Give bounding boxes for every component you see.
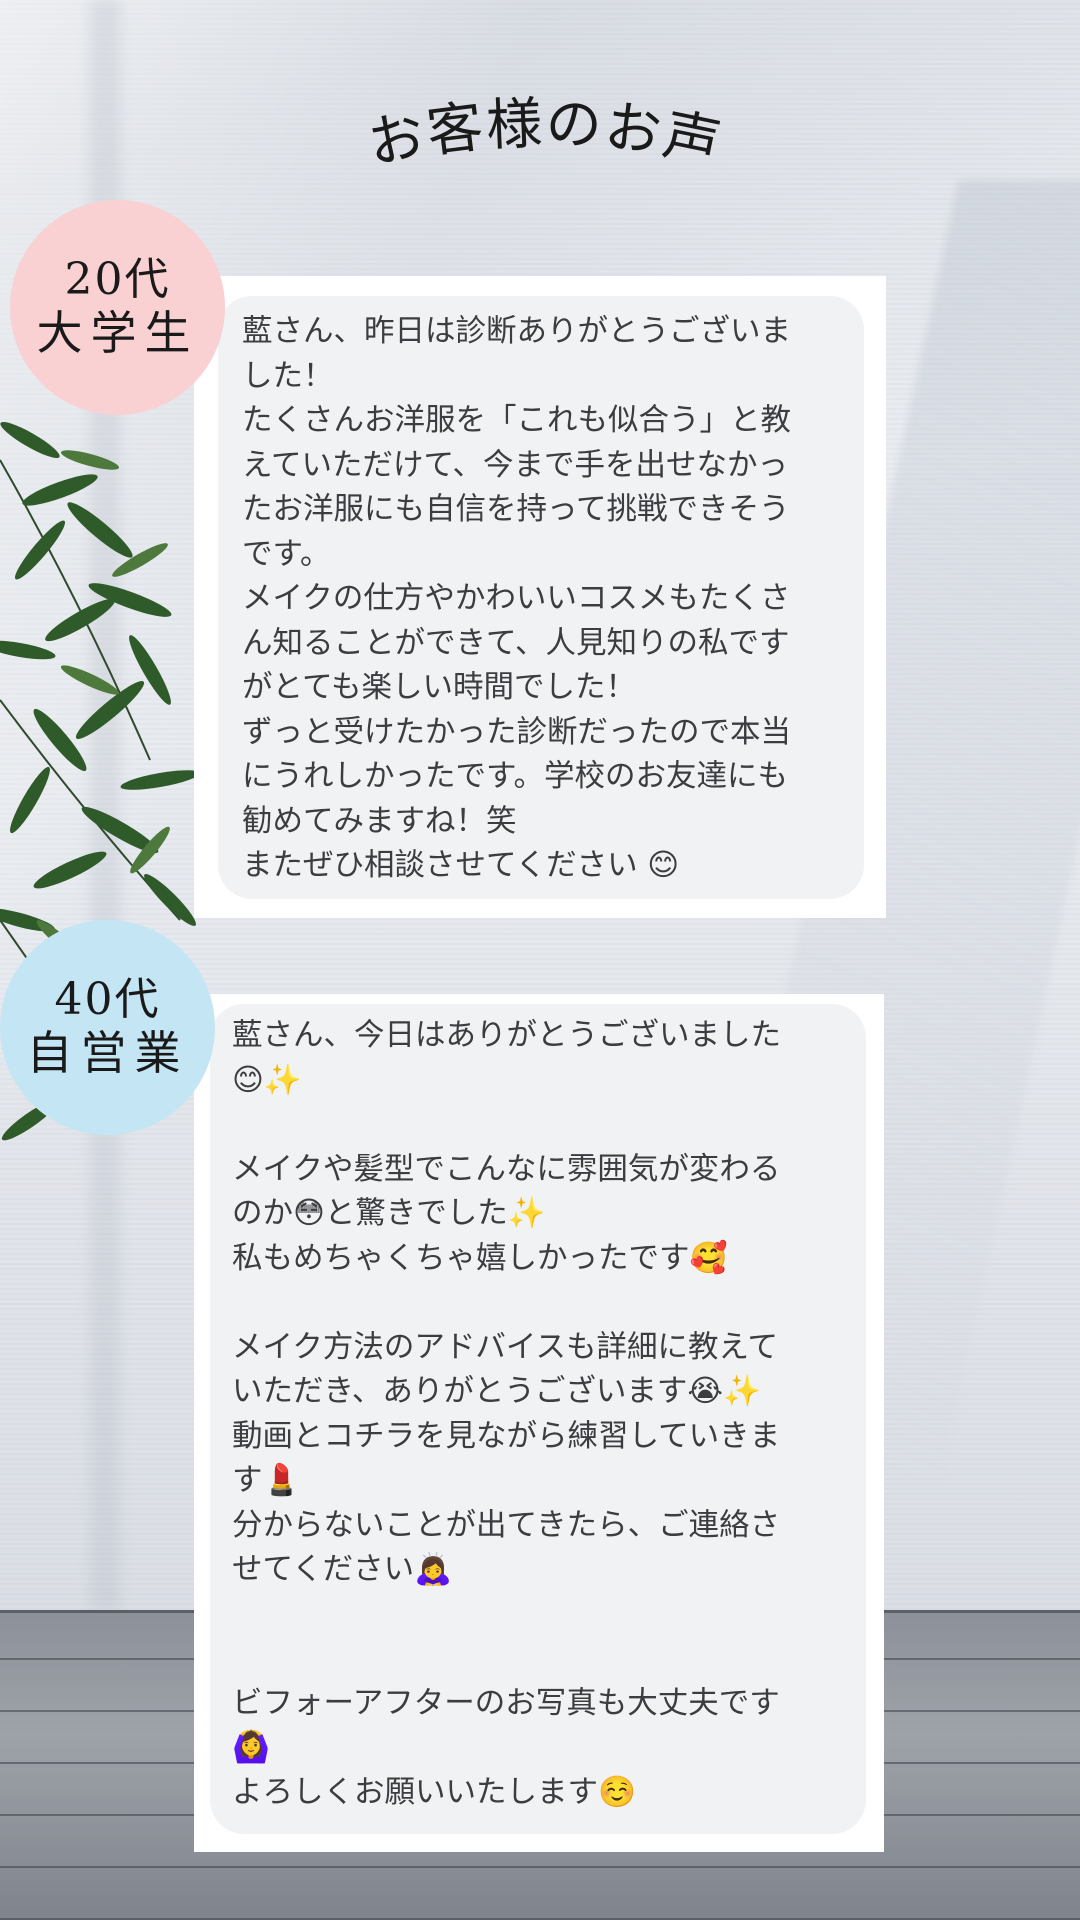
message-line: ん知ることができて、人見知りの私です (242, 625, 790, 661)
message-line (232, 1637, 842, 1682)
page-title-text: お客様のお声 (362, 91, 725, 177)
message-line: す💄 (232, 1463, 301, 1498)
message-line: のか😳と驚きでした✨ (232, 1196, 546, 1231)
message-line: たくさんお洋服を「これも似合う」と教 (242, 403, 791, 438)
message-line: よろしくお願いいたします☺️ (232, 1774, 636, 1810)
page-title: お客様のお声 (330, 88, 760, 198)
age-badge-20s: 20代 大学生 (10, 200, 225, 415)
badge-occupation: 大学生 (36, 306, 199, 361)
age-badge-40s: 40代 自営業 (0, 920, 215, 1135)
message-bubble: 藍さん、今日はありがとうございました 😊✨ メイクや髪型でこんなに雰囲気が変わる… (210, 1004, 866, 1834)
message-line: 私もめちゃくちゃ嬉しかったです🥰 (232, 1240, 728, 1276)
badge-age: 40代 (54, 973, 161, 1025)
message-line: 分からないことが出てきたら、ご連絡さ (232, 1507, 781, 1543)
message-line: またぜひ相談させてください 😊 (242, 848, 680, 883)
message-line: 🙆‍♀️ (232, 1730, 270, 1765)
message-line: ずっと受けたかった診断だったので本当 (242, 714, 791, 750)
message-line: 藍さん、今日はありがとうございました (232, 1018, 781, 1053)
message-line (232, 1281, 842, 1326)
badge-occupation: 自営業 (26, 1026, 189, 1081)
message-line: メイクの仕方やかわいいコスメもたくさ (242, 581, 791, 616)
message-line: たお洋服にも自信を持って挑戦できそう (242, 492, 790, 527)
message-line: せてください🙇‍♀️ (232, 1552, 453, 1587)
message-line: 藍さん、昨日は診断ありがとうございま (242, 314, 791, 349)
message-line: ビフォーアフターのお写真も大丈夫です (232, 1685, 780, 1721)
testimonial-card: 藍さん、昨日は診断ありがとうございま した！ たくさんお洋服を「これも似合う」と… (194, 276, 886, 918)
message-line: した！ (242, 358, 334, 394)
message-line (232, 1593, 842, 1638)
message-line: 😊✨ (232, 1062, 302, 1098)
message-line: いただき、ありがとうございます😭✨ (232, 1374, 761, 1409)
message-line: にうれしかったです。学校のお友達にも (242, 759, 788, 794)
message-line: です。 (242, 536, 331, 572)
svg-text:お客様のお声: お客様のお声 (362, 91, 727, 177)
message-line: えていただけて、今まで手を出せなかっ (242, 447, 788, 483)
message-line: 勧めてみますね！笑 (242, 803, 517, 839)
message-line: メイクや髪型でこんなに雰囲気が変わる (232, 1151, 781, 1187)
message-line: がとても楽しい時間でした！ (242, 670, 637, 705)
testimonial-card: 藍さん、今日はありがとうございました 😊✨ メイクや髪型でこんなに雰囲気が変わる… (194, 994, 884, 1852)
message-line: メイク方法のアドバイスも詳細に教えて (232, 1329, 778, 1365)
message-line: 動画とコチラを見ながら練習していきま (232, 1418, 781, 1454)
message-bubble: 藍さん、昨日は診断ありがとうございま した！ たくさんお洋服を「これも似合う」と… (218, 296, 864, 899)
message-line (232, 1103, 842, 1148)
badge-age: 20代 (64, 253, 171, 305)
